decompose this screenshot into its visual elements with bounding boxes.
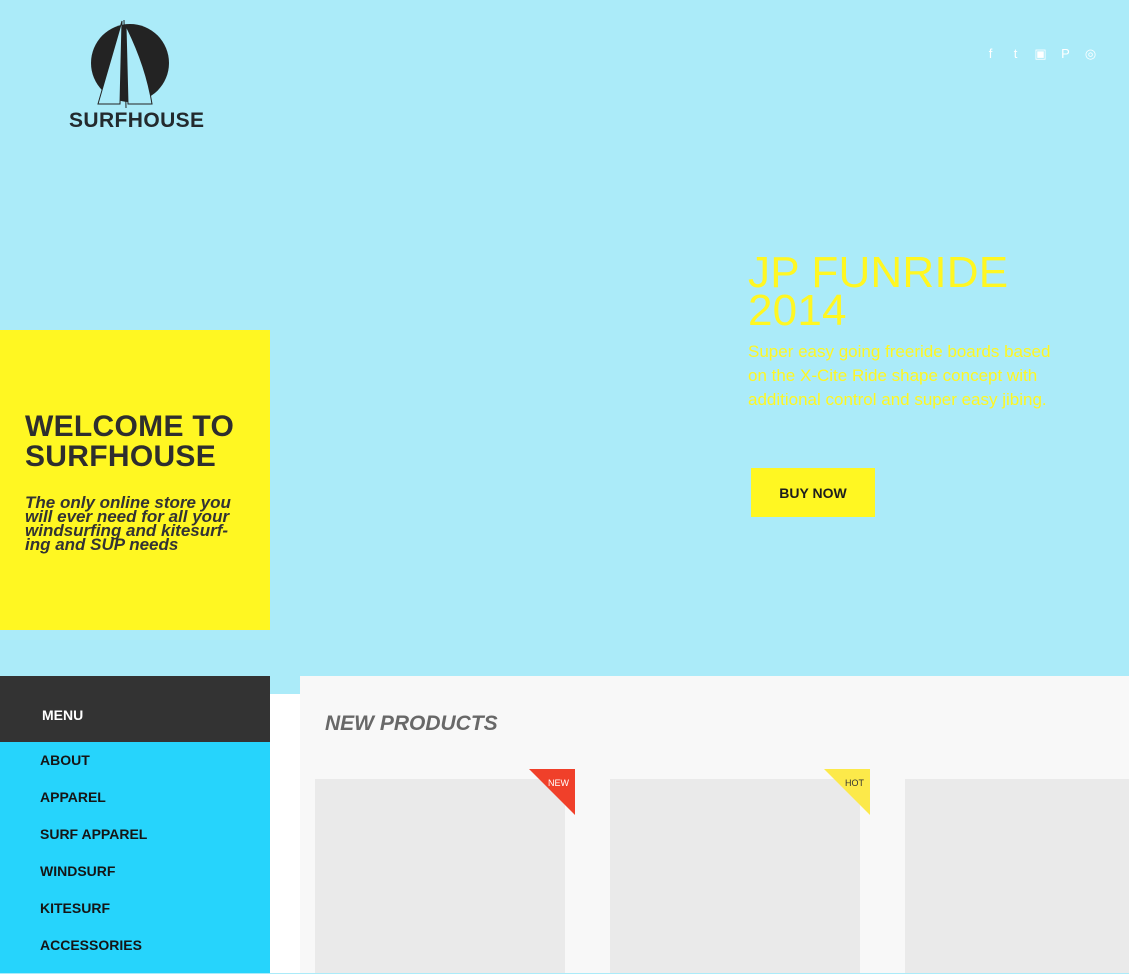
menu-item-apparel[interactable]: APPAREL (0, 789, 270, 826)
product-card[interactable]: NEW (315, 769, 575, 973)
menu-item-surf-apparel[interactable]: SURF APPAREL (0, 826, 270, 863)
new-badge: NEW (529, 769, 575, 815)
buy-now-button[interactable]: BUY NOW (751, 468, 875, 517)
product-card[interactable]: HOT (610, 769, 870, 973)
promo-title: JP FUNRIDE 2014 (748, 248, 1009, 335)
gutter (270, 694, 300, 973)
youtube-icon[interactable]: ▣ (1034, 46, 1047, 62)
facebook-icon[interactable]: f (984, 46, 997, 62)
pinterest-icon[interactable]: P (1059, 46, 1072, 62)
hot-badge-label: HOT (845, 778, 864, 788)
welcome-box: WELCOME TO SURFHOUSE The only online sto… (0, 330, 270, 630)
instagram-icon[interactable]: ◎ (1084, 46, 1097, 62)
welcome-text: The only online store you will ever need… (25, 493, 231, 554)
new-badge-label: NEW (548, 778, 569, 788)
hot-badge: HOT (824, 769, 870, 815)
menu-list: ABOUT APPAREL SURF APPAREL WINDSURF KITE… (0, 742, 270, 974)
menu-header[interactable]: MENU (0, 676, 270, 742)
social-links: f t ▣ P ◎ (984, 46, 1097, 62)
logo-wordmark[interactable]: SURFHOUSE (69, 109, 204, 133)
product-card[interactable] (905, 779, 1129, 973)
welcome-title: WELCOME TO SURFHOUSE (25, 410, 235, 473)
menu-item-kitesurf[interactable]: KITESURF (0, 900, 270, 937)
menu-item-about[interactable]: ABOUT (0, 752, 270, 789)
sidebar-menu: MENU ABOUT APPAREL SURF APPAREL WINDSURF… (0, 676, 270, 973)
new-products-section: NEW PRODUCTS NEW HOT (300, 676, 1129, 973)
products-heading: NEW PRODUCTS (325, 712, 498, 735)
menu-item-accessories[interactable]: ACCESSORIES (0, 937, 270, 974)
twitter-icon[interactable]: t (1009, 46, 1022, 62)
promo-text: Super easy going freeride boards based o… (748, 342, 1051, 409)
menu-item-windsurf[interactable]: WINDSURF (0, 863, 270, 900)
promo-block: JP FUNRIDE 2014 Super easy going freerid… (748, 248, 1068, 412)
